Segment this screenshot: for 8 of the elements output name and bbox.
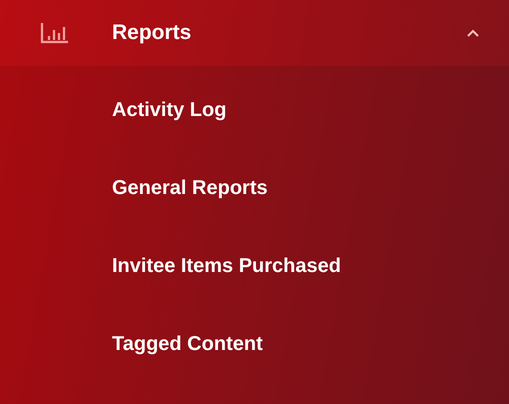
bar-chart-icon [40,22,70,44]
chevron-icon [467,29,479,37]
menu-label: Reports [112,21,192,45]
submenu-link[interactable]: Invitee Items Purchased [112,227,341,305]
menu-header[interactable]: Reports [0,0,509,66]
submenu-link[interactable]: Activity Log [112,71,226,149]
submenu-link[interactable]: Tagged Content [112,305,263,383]
submenu-link[interactable]: General Reports [112,149,268,227]
